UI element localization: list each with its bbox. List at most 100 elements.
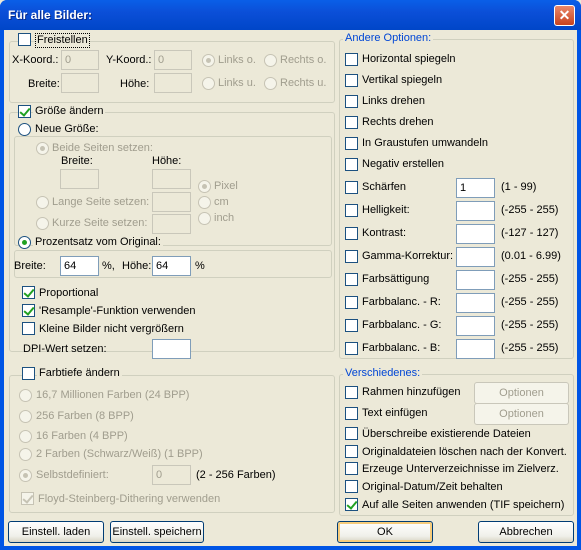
x-coord-input[interactable]: 0 <box>61 50 99 70</box>
flip-v-checkbox[interactable] <box>345 74 358 87</box>
resample-checkbox[interactable] <box>22 304 35 317</box>
contrast-checkbox[interactable] <box>345 227 358 240</box>
cancel-button[interactable]: Abbrechen <box>478 521 574 543</box>
long-side-input[interactable] <box>152 192 191 212</box>
save-settings-button[interactable]: Einstell. speichern <box>110 521 204 543</box>
balance-g-range: (-255 - 255) <box>501 319 559 331</box>
grayscale-checkbox[interactable] <box>345 137 358 150</box>
no-enlarge-checkbox[interactable] <box>22 322 35 335</box>
balance-b-checkbox[interactable] <box>345 342 358 355</box>
pos-top-left-label: Links o. <box>218 54 256 66</box>
pos-bottom-right-radio[interactable] <box>264 77 277 90</box>
sharpen-input[interactable]: 1 <box>456 178 495 198</box>
color-4bpp-radio[interactable] <box>19 430 32 443</box>
text-options-button[interactable]: Optionen <box>474 403 569 425</box>
dither-checkbox[interactable] <box>21 492 34 505</box>
contrast-label: Kontrast: <box>362 227 407 239</box>
balance-g-input[interactable] <box>456 316 495 336</box>
color-1bpp-radio[interactable] <box>19 448 32 461</box>
color-depth-checkbox[interactable] <box>22 367 35 380</box>
crop-checkbox[interactable] <box>18 33 31 46</box>
percent-radio[interactable] <box>18 236 31 249</box>
pos-bottom-left-radio[interactable] <box>202 77 215 90</box>
newsize-radio[interactable] <box>18 123 31 136</box>
short-side-input[interactable] <box>152 214 191 234</box>
grayscale-label: In Graustufen umwandeln <box>362 137 488 149</box>
percent-label: Prozentsatz vom Original: <box>33 236 163 249</box>
negative-checkbox[interactable] <box>345 158 358 171</box>
both-sides-radio[interactable] <box>36 142 49 155</box>
pos-top-right-radio[interactable] <box>264 54 277 67</box>
proportional-checkbox[interactable] <box>22 286 35 299</box>
color-custom-input[interactable]: 0 <box>152 465 191 485</box>
brightness-range: (-255 - 255) <box>501 204 559 216</box>
balance-r-range: (-255 - 255) <box>501 296 559 308</box>
delete-originals-checkbox[interactable] <box>345 445 358 458</box>
pos-top-left-radio[interactable] <box>202 54 215 67</box>
unit-cm-radio[interactable] <box>198 196 211 209</box>
all-pages-checkbox[interactable] <box>345 498 358 511</box>
newsize-height-input[interactable] <box>152 169 191 189</box>
y-coord-input[interactable]: 0 <box>154 50 192 70</box>
gamma-checkbox[interactable] <box>345 250 358 263</box>
rotate-right-checkbox[interactable] <box>345 116 358 129</box>
text-checkbox[interactable] <box>345 407 358 420</box>
sharpen-label: Schärfen <box>362 181 407 193</box>
rotate-left-checkbox[interactable] <box>345 95 358 108</box>
keep-date-label: Original-Datum/Zeit behalten <box>362 481 503 493</box>
contrast-range: (-127 - 127) <box>501 227 559 239</box>
color-custom-label: Selbstdefiniert: <box>36 469 109 481</box>
short-side-label: Kurze Seite setzen: <box>52 217 148 229</box>
color-24bpp-label: 16,7 Millionen Farben (24 BPP) <box>36 389 190 401</box>
balance-g-checkbox[interactable] <box>345 319 358 332</box>
title-bar[interactable]: Für alle Bilder: ✕ <box>0 0 581 30</box>
crop-width-input[interactable] <box>61 73 99 93</box>
sharpen-checkbox[interactable] <box>345 181 358 194</box>
color-1bpp-label: 2 Farben (Schwarz/Weiß) (1 BPP) <box>36 448 203 460</box>
color-8bpp-radio[interactable] <box>19 410 32 423</box>
brightness-checkbox[interactable] <box>345 204 358 217</box>
balance-r-input[interactable] <box>456 293 495 313</box>
frame-checkbox[interactable] <box>345 386 358 399</box>
brightness-label: Helligkeit: <box>362 204 410 216</box>
crop-height-label: Höhe: <box>120 78 150 90</box>
subdirs-checkbox[interactable] <box>345 462 358 475</box>
resample-label: 'Resample'-Funktion verwenden <box>39 305 196 317</box>
keep-date-checkbox[interactable] <box>345 480 358 493</box>
frame-options-button[interactable]: Optionen <box>474 382 569 404</box>
load-settings-button[interactable]: Einstell. laden <box>8 521 104 543</box>
percent-width-input[interactable]: 64 <box>60 256 99 276</box>
crop-height-input[interactable] <box>154 73 192 93</box>
color-8bpp-label: 256 Farben (8 BPP) <box>36 410 134 422</box>
dpi-input[interactable] <box>152 339 191 359</box>
balance-r-checkbox[interactable] <box>345 296 358 309</box>
close-button[interactable]: ✕ <box>554 5 575 26</box>
balance-b-input[interactable] <box>456 339 495 359</box>
flip-h-checkbox[interactable] <box>345 53 358 66</box>
dialog-body: Freistellen X-Koord.: 0 Y-Koord.: 0 Link… <box>4 30 577 546</box>
short-side-radio[interactable] <box>36 217 49 230</box>
overwrite-checkbox[interactable] <box>345 427 358 440</box>
color-24bpp-radio[interactable] <box>19 389 32 402</box>
window-title: Für alle Bilder: <box>8 8 93 22</box>
unit-pixel-radio[interactable] <box>198 180 211 193</box>
gamma-input[interactable] <box>456 247 495 267</box>
brightness-input[interactable] <box>456 201 495 221</box>
resize-checkbox[interactable] <box>18 105 31 118</box>
unit-inch-radio[interactable] <box>198 212 211 225</box>
both-sides-label: Beide Seiten setzen: <box>52 142 153 154</box>
contrast-input[interactable] <box>456 224 495 244</box>
pos-bottom-left-label: Links u. <box>218 77 256 89</box>
percent-height-label: Höhe: <box>122 260 152 272</box>
percent-height-input[interactable]: 64 <box>152 256 191 276</box>
saturation-checkbox[interactable] <box>345 273 358 286</box>
ok-button[interactable]: OK <box>337 521 433 543</box>
color-custom-radio[interactable] <box>19 469 32 482</box>
saturation-range: (-255 - 255) <box>501 273 559 285</box>
newsize-label: Neue Größe: <box>33 123 101 136</box>
long-side-radio[interactable] <box>36 196 49 209</box>
saturation-input[interactable] <box>456 270 495 290</box>
newsize-width-input[interactable] <box>60 169 99 189</box>
percent-sign-2: % <box>195 260 205 272</box>
x-coord-label: X-Koord.: <box>12 54 59 66</box>
